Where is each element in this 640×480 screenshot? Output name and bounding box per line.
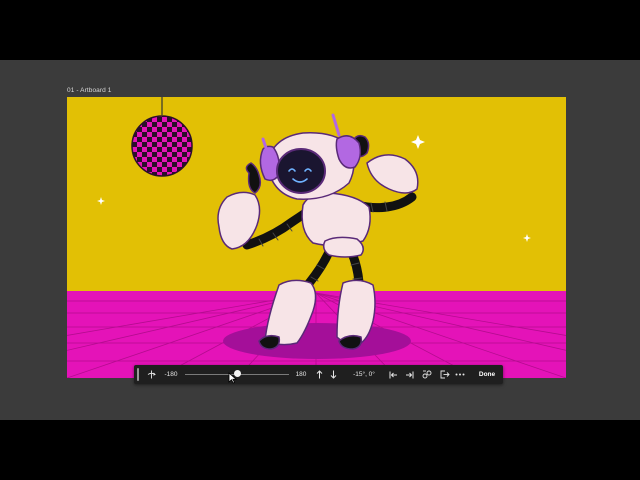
rotation-toolbar: -180 180 -15°, 0° Done xyxy=(134,365,503,384)
align-right-icon[interactable] xyxy=(403,365,415,384)
done-button[interactable]: Done xyxy=(474,365,500,384)
robot-illustration xyxy=(67,97,566,378)
mouse-pointer-icon xyxy=(228,372,237,384)
artboard-label[interactable]: 01 - Artboard 1 xyxy=(67,87,112,94)
robot-shadow xyxy=(223,323,411,359)
export-icon[interactable] xyxy=(439,365,451,384)
more-icon[interactable] xyxy=(454,365,466,384)
rotation-readout: -15°, 0° xyxy=(353,371,375,378)
artboard-canvas[interactable] xyxy=(67,97,566,378)
rotate-axis-icon[interactable] xyxy=(144,365,158,384)
transform-icon[interactable] xyxy=(421,365,433,384)
slider-max-value: 180 xyxy=(295,371,307,378)
slider-min-value: -180 xyxy=(164,371,178,378)
arrow-up-icon[interactable] xyxy=(313,365,325,384)
arrow-down-icon[interactable] xyxy=(327,365,339,384)
toolbar-drag-handle[interactable] xyxy=(137,368,139,381)
align-left-icon[interactable] xyxy=(387,365,399,384)
